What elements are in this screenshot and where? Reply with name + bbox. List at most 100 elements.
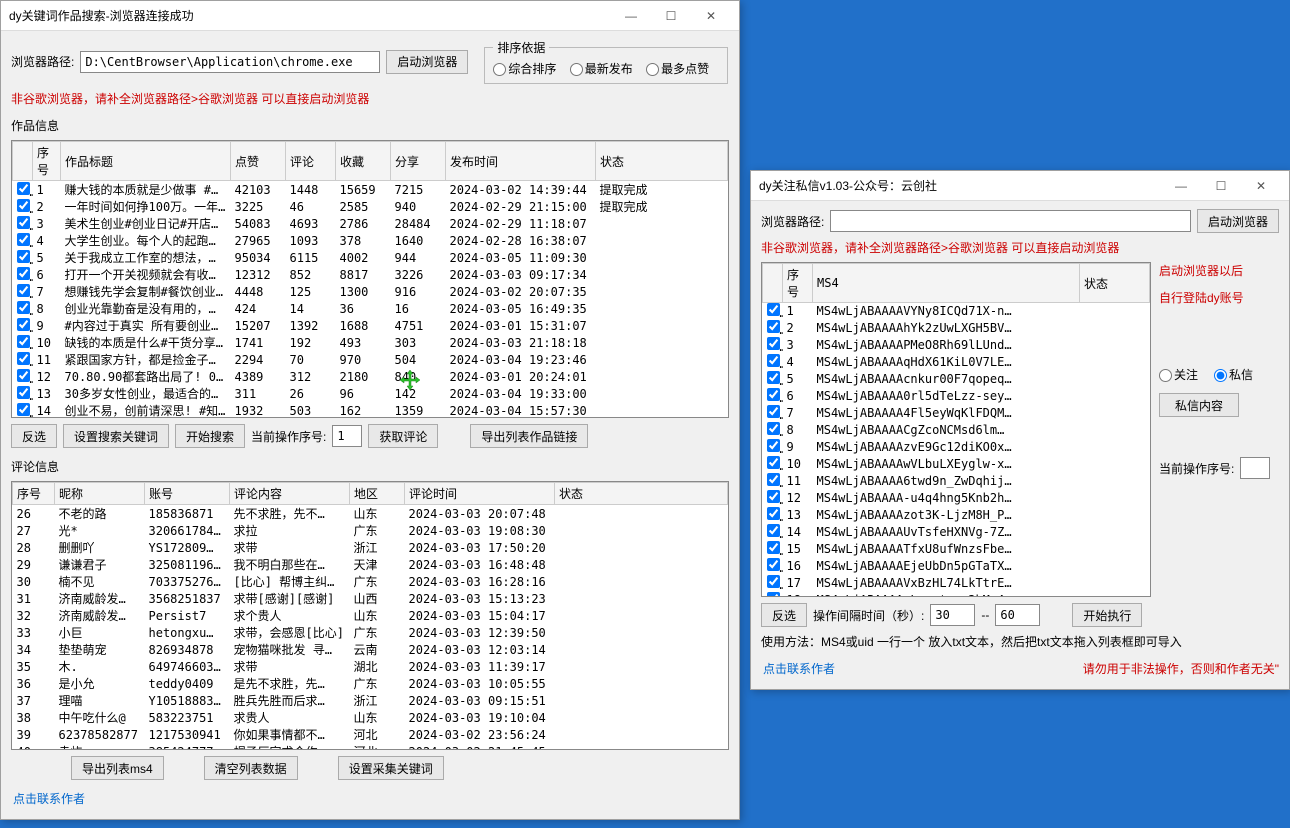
sort-newest[interactable]: 最新发布 [570, 62, 633, 76]
current-op-input-r[interactable] [1240, 457, 1270, 479]
table-row[interactable]: 4大学生创业。每个人的起跑线…27965109337816402024-02-2… [13, 232, 728, 249]
table-row[interactable]: 3MS4wLjABAAAAPMeO8Rh69lLUnd… [763, 337, 1150, 354]
row-checkbox[interactable] [767, 456, 780, 469]
col-pubtime[interactable]: 发布时间 [446, 142, 596, 181]
table-row[interactable]: 4MS4wLjABAAAAqHdX61KiL0V7LE… [763, 354, 1150, 371]
start-search-button[interactable]: 开始搜索 [175, 424, 245, 448]
interval-max-input[interactable] [995, 604, 1040, 626]
col-content[interactable]: 评论内容 [230, 483, 350, 505]
table-row[interactable]: 1MS4wLjABAAAAVYNy8ICQd71X-n… [763, 303, 1150, 320]
browser-path-input[interactable] [80, 51, 380, 73]
row-checkbox[interactable] [17, 403, 30, 416]
row-checkbox[interactable] [767, 490, 780, 503]
table-row[interactable]: 11紧跟国家方针，都是捡金子的…2294709705042024-03-04 1… [13, 351, 728, 368]
close-button[interactable]: ✕ [691, 2, 731, 30]
row-checkbox[interactable] [17, 250, 30, 263]
row-checkbox[interactable] [17, 318, 30, 331]
row-checkbox[interactable] [767, 541, 780, 554]
table-row[interactable]: 9MS4wLjABAAAAzvE9Gc12diKO0x… [763, 439, 1150, 456]
row-checkbox[interactable] [767, 422, 780, 435]
table-row[interactable]: 15MS4wLjABAAAATfxU8ufWnzsFbe… [763, 541, 1150, 558]
table-row[interactable]: 36是小允teddy0409是先不求胜，先…广东2024-03-03 10:05… [13, 675, 728, 692]
col-share[interactable]: 分享 [391, 142, 446, 181]
col-region[interactable]: 地区 [350, 483, 405, 505]
titlebar[interactable]: dy关键词作品搜索-浏览器连接成功 — ☐ ✕ [1, 1, 739, 31]
row-checkbox[interactable] [767, 524, 780, 537]
col-account[interactable]: 账号 [145, 483, 230, 505]
close-button[interactable]: ✕ [1241, 172, 1281, 200]
row-checkbox[interactable] [17, 369, 30, 382]
invert-selection-button[interactable]: 反选 [11, 424, 57, 448]
table-row[interactable]: 13MS4wLjABAAAAzot3K-LjzM8H_P… [763, 507, 1150, 524]
table-row[interactable]: 5关于我成立工作室的想法，大…95034611540029442024-03-0… [13, 249, 728, 266]
col-seq[interactable]: 序号 [33, 142, 61, 181]
row-checkbox[interactable] [17, 216, 30, 229]
col-title[interactable]: 作品标题 [61, 142, 231, 181]
sort-comprehensive[interactable]: 综合排序 [493, 62, 556, 76]
table-row[interactable]: 8MS4wLjABAAAACgZcoNCMsd6lm… [763, 422, 1150, 439]
start-execute-button[interactable]: 开始执行 [1072, 603, 1142, 627]
row-checkbox[interactable] [17, 386, 30, 399]
clear-list-button[interactable]: 清空列表数据 [204, 756, 298, 780]
table-row[interactable]: 27光*32066178464求拉广东2024-03-03 19:08:30 [13, 522, 728, 539]
launch-browser-button-r[interactable]: 启动浏览器 [1197, 209, 1279, 233]
comments-table-wrapper[interactable]: 序号 昵称 账号 评论内容 地区 评论时间 状态 26不老的路185836871… [11, 481, 729, 750]
table-row[interactable]: 33小巨hetongxu…求带，会感恩[比心]广东2024-03-03 12:3… [13, 624, 728, 641]
launch-browser-button[interactable]: 启动浏览器 [386, 50, 468, 74]
table-row[interactable]: 10缺钱的本质是什么#干货分享 …17411924933032024-03-03… [13, 334, 728, 351]
invert-selection-button-r[interactable]: 反选 [761, 603, 807, 627]
row-checkbox[interactable] [17, 301, 30, 314]
table-row[interactable]: 32济南威龄发…Persist7求个贵人山东2024-03-03 15:04:1… [13, 607, 728, 624]
radio-follow[interactable]: 关注 [1159, 366, 1198, 383]
row-checkbox[interactable] [17, 284, 30, 297]
row-checkbox[interactable] [767, 575, 780, 588]
table-row[interactable]: 17MS4wLjABAAAAVxBzHL74LkTtrE… [763, 575, 1150, 592]
set-collect-keyword-button[interactable]: 设置采集关键词 [338, 756, 444, 780]
set-keyword-button[interactable]: 设置搜索关键词 [63, 424, 169, 448]
table-row[interactable]: 30楠不见70337527691[比心] 帮博主纠…广东2024-03-03 1… [13, 573, 728, 590]
ms4-table-wrapper[interactable]: 序号 MS4 状态 1MS4wLjABAAAAVYNy8ICQd71X-n…2M… [761, 262, 1151, 597]
get-comments-button[interactable]: 获取评论 [368, 424, 438, 448]
table-row[interactable]: 8创业光靠勤奋是没有用的，要…4241436162024-03-05 16:49… [13, 300, 728, 317]
works-table-wrapper[interactable]: 序号 作品标题 点赞 评论 收藏 分享 发布时间 状态 1赚大钱的本质就是少做事… [11, 140, 729, 418]
contact-author-link-r[interactable]: 点击联系作者 [761, 656, 837, 681]
row-checkbox[interactable] [767, 558, 780, 571]
table-row[interactable]: 5MS4wLjABAAAAcnkur00F7qopeq… [763, 371, 1150, 388]
interval-min-input[interactable] [930, 604, 975, 626]
table-row[interactable]: 16MS4wLjABAAAAEjeUbDn5pGTaTX… [763, 558, 1150, 575]
table-row[interactable]: 10MS4wLjABAAAAwVLbuLXEyglw-x… [763, 456, 1150, 473]
row-checkbox[interactable] [767, 371, 780, 384]
row-checkbox[interactable] [17, 233, 30, 246]
table-row[interactable]: 18MS4wLjABAAAAzL_ngtp-e3hMm4… [763, 592, 1150, 598]
row-checkbox[interactable] [17, 267, 30, 280]
table-row[interactable]: 40赤屿385424777帽子厂家求合作河北2024-03-02 21:45:4… [13, 743, 728, 750]
export-ms4-button[interactable]: 导出列表ms4 [71, 756, 164, 780]
current-op-input[interactable] [332, 425, 362, 447]
table-row[interactable]: 35木.64974660336求带湖北2024-03-03 11:39:17 [13, 658, 728, 675]
table-row[interactable]: 6MS4wLjABAAAA0rl5dTeLzz-sey… [763, 388, 1150, 405]
col-like[interactable]: 点赞 [231, 142, 286, 181]
table-row[interactable]: 11MS4wLjABAAAA6twd9n_ZwDqhij… [763, 473, 1150, 490]
radio-dm[interactable]: 私信 [1214, 366, 1253, 383]
minimize-button[interactable]: — [611, 2, 651, 30]
table-row[interactable]: 14MS4wLjABAAAAUvTsfeHXNVg-7Z… [763, 524, 1150, 541]
table-row[interactable]: 7MS4wLjABAAAA4Fl5eyWqKlFDQM… [763, 405, 1150, 422]
maximize-button[interactable]: ☐ [651, 2, 691, 30]
sort-most-likes[interactable]: 最多点赞 [646, 62, 709, 76]
col-nick[interactable]: 昵称 [55, 483, 145, 505]
table-row[interactable]: 39623785828771217530941你如果事情都不…河北2024-03… [13, 726, 728, 743]
table-row[interactable]: 34垫垫萌宠826934878宠物猫咪批发 寻…云南2024-03-03 12:… [13, 641, 728, 658]
row-checkbox[interactable] [767, 405, 780, 418]
table-row[interactable]: 26不老的路185836871先不求胜，先不…山东2024-03-03 20:0… [13, 505, 728, 523]
table-row[interactable]: 7想赚钱先学会复制#餐饮创业…444812513009162024-03-02 … [13, 283, 728, 300]
col-ctime[interactable]: 评论时间 [405, 483, 555, 505]
row-checkbox[interactable] [767, 354, 780, 367]
col-ms4[interactable]: MS4 [813, 264, 1080, 303]
dm-content-button[interactable]: 私信内容 [1159, 393, 1239, 417]
row-checkbox[interactable] [767, 473, 780, 486]
table-row[interactable]: 2MS4wLjABAAAAhYk2zUwLXGH5BV… [763, 320, 1150, 337]
table-row[interactable]: 28删删吖YS172809…求带浙江2024-03-03 17:50:20 [13, 539, 728, 556]
row-checkbox[interactable] [17, 182, 30, 195]
table-row[interactable]: 1270.80.90都套路出局了! 00后…438931221808402024… [13, 368, 728, 385]
row-checkbox[interactable] [767, 388, 780, 401]
